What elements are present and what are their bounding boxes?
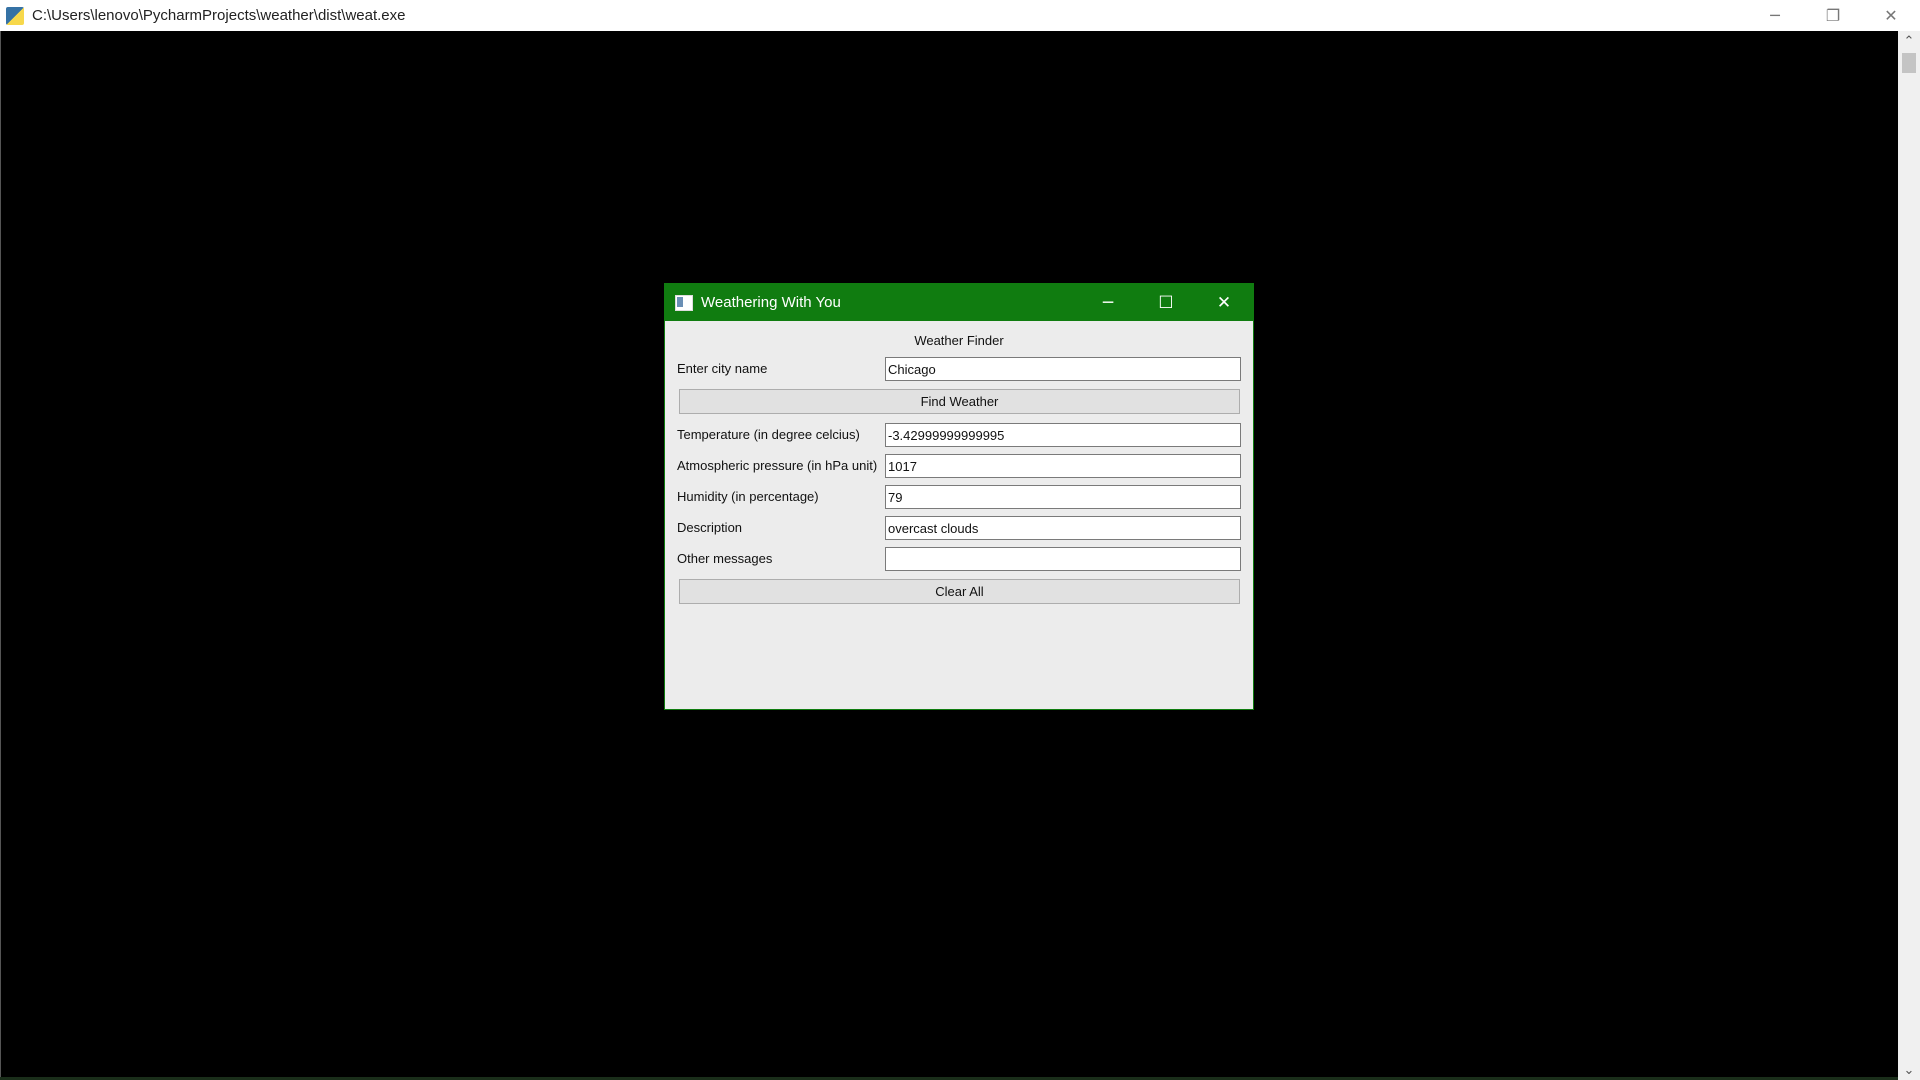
pressure-field[interactable] — [885, 454, 1241, 478]
app-window-controls: ─ ☐ ✕ — [1079, 284, 1253, 321]
console-close-button[interactable]: ✕ — [1862, 0, 1920, 31]
humidity-field[interactable] — [885, 485, 1241, 509]
app-titlebar[interactable]: Weathering With You ─ ☐ ✕ — [665, 284, 1253, 321]
temperature-field[interactable] — [885, 423, 1241, 447]
pressure-label: Atmospheric pressure (in hPa unit) — [677, 458, 878, 473]
description-label: Description — [677, 520, 743, 535]
other-messages-label: Other messages — [677, 551, 773, 566]
clear-all-button[interactable]: Clear All — [679, 579, 1240, 604]
console-window-title: C:\Users\lenovo\PycharmProjects\weather\… — [32, 7, 406, 24]
description-field[interactable] — [885, 516, 1241, 540]
weather-app-window: Weathering With You ─ ☐ ✕ Weather Finder… — [664, 283, 1254, 710]
app-maximize-button[interactable]: ☐ — [1137, 284, 1195, 321]
scroll-down-icon[interactable]: ⌄ — [1898, 1060, 1920, 1080]
humidity-label: Humidity (in percentage) — [677, 489, 819, 504]
find-weather-button[interactable]: Find Weather — [679, 389, 1240, 414]
other-messages-field[interactable] — [885, 547, 1241, 571]
console-window-controls: ─ ❐ ✕ — [1746, 0, 1920, 31]
city-label: Enter city name — [677, 361, 768, 376]
temperature-label: Temperature (in degree celcius) — [677, 427, 860, 442]
city-input[interactable] — [885, 357, 1241, 381]
python-app-icon — [6, 6, 24, 25]
console-titlebar: C:\Users\lenovo\PycharmProjects\weather\… — [0, 0, 1920, 31]
window-app-icon — [675, 294, 693, 311]
console-restore-button[interactable]: ❐ — [1804, 0, 1862, 31]
scroll-thumb[interactable] — [1902, 53, 1916, 73]
app-close-button[interactable]: ✕ — [1195, 284, 1253, 321]
form-heading: Weather Finder — [914, 333, 1004, 348]
scroll-up-icon[interactable]: ⌃ — [1898, 31, 1920, 51]
console-scrollbar[interactable]: ⌃ ⌄ — [1898, 31, 1920, 1080]
app-minimize-button[interactable]: ─ — [1079, 284, 1137, 321]
app-window-title: Weathering With You — [701, 294, 841, 311]
console-minimize-button[interactable]: ─ — [1746, 0, 1804, 31]
